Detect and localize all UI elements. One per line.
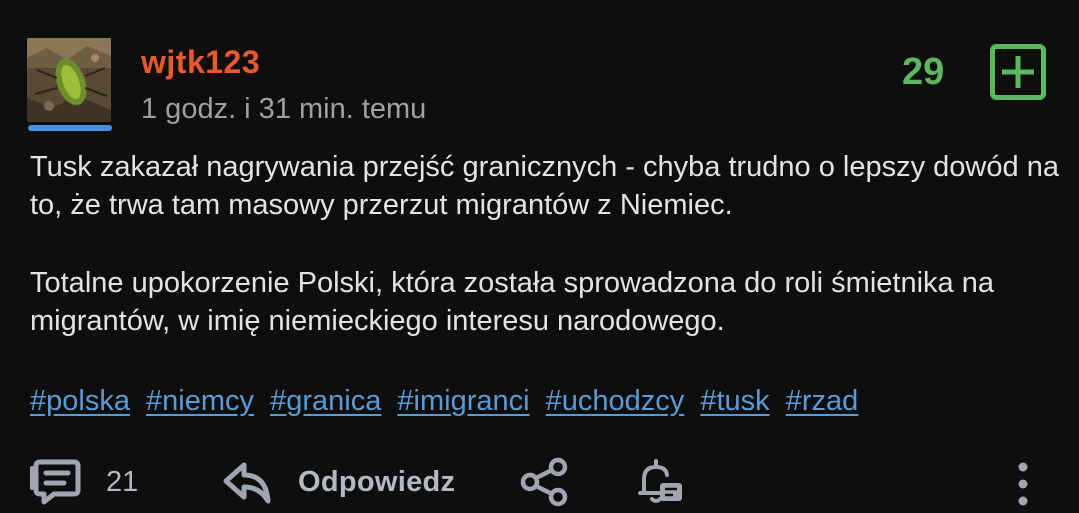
reply-label: Odpowiedz (298, 465, 456, 498)
tag-link[interactable]: #imigranci (397, 385, 529, 417)
post-paragraph: Tusk zakazał nagrywania przejść graniczn… (30, 151, 1059, 221)
author-name[interactable]: wjtk123 (141, 44, 260, 81)
avatar-status-bar (28, 125, 112, 131)
reply-icon (223, 462, 271, 504)
post-paragraph: Totalne upokorzenie Polski, która został… (30, 267, 994, 337)
share-icon (520, 457, 568, 507)
tag-link[interactable]: #polska (30, 385, 130, 417)
avatar-image (27, 38, 111, 122)
share-button[interactable] (520, 452, 570, 512)
tag-link[interactable]: #uchodzcy (546, 385, 685, 417)
tag-link[interactable]: #rzad (786, 385, 859, 417)
post-card: wjtk123 1 godz. i 31 min. temu 29 Tusk z… (0, 0, 1079, 513)
post-body: Tusk zakazał nagrywania przejść graniczn… (30, 148, 1060, 380)
avatar[interactable] (27, 38, 111, 122)
tag-link[interactable]: #niemcy (146, 385, 254, 417)
action-bar: 21 Odpowiedz (0, 452, 1079, 513)
plus-icon (990, 44, 1046, 100)
tag-list: #polska #niemcy #granica #imigranci #uch… (30, 382, 866, 420)
vote-count: 29 (902, 51, 945, 93)
post-timestamp: 1 godz. i 31 min. temu (141, 93, 427, 125)
notify-button[interactable] (636, 452, 684, 512)
upvote-button[interactable] (990, 44, 1046, 100)
more-options-button[interactable] (1005, 452, 1041, 512)
reply-button[interactable]: Odpowiedz (222, 452, 455, 512)
comment-icon (30, 459, 81, 505)
more-vertical-icon (1018, 462, 1028, 506)
tag-link[interactable]: #tusk (700, 385, 769, 417)
comments-button[interactable]: 21 (30, 452, 138, 512)
tag-link[interactable]: #granica (270, 385, 381, 417)
comments-count: 21 (106, 465, 139, 498)
bell-icon (638, 459, 682, 503)
